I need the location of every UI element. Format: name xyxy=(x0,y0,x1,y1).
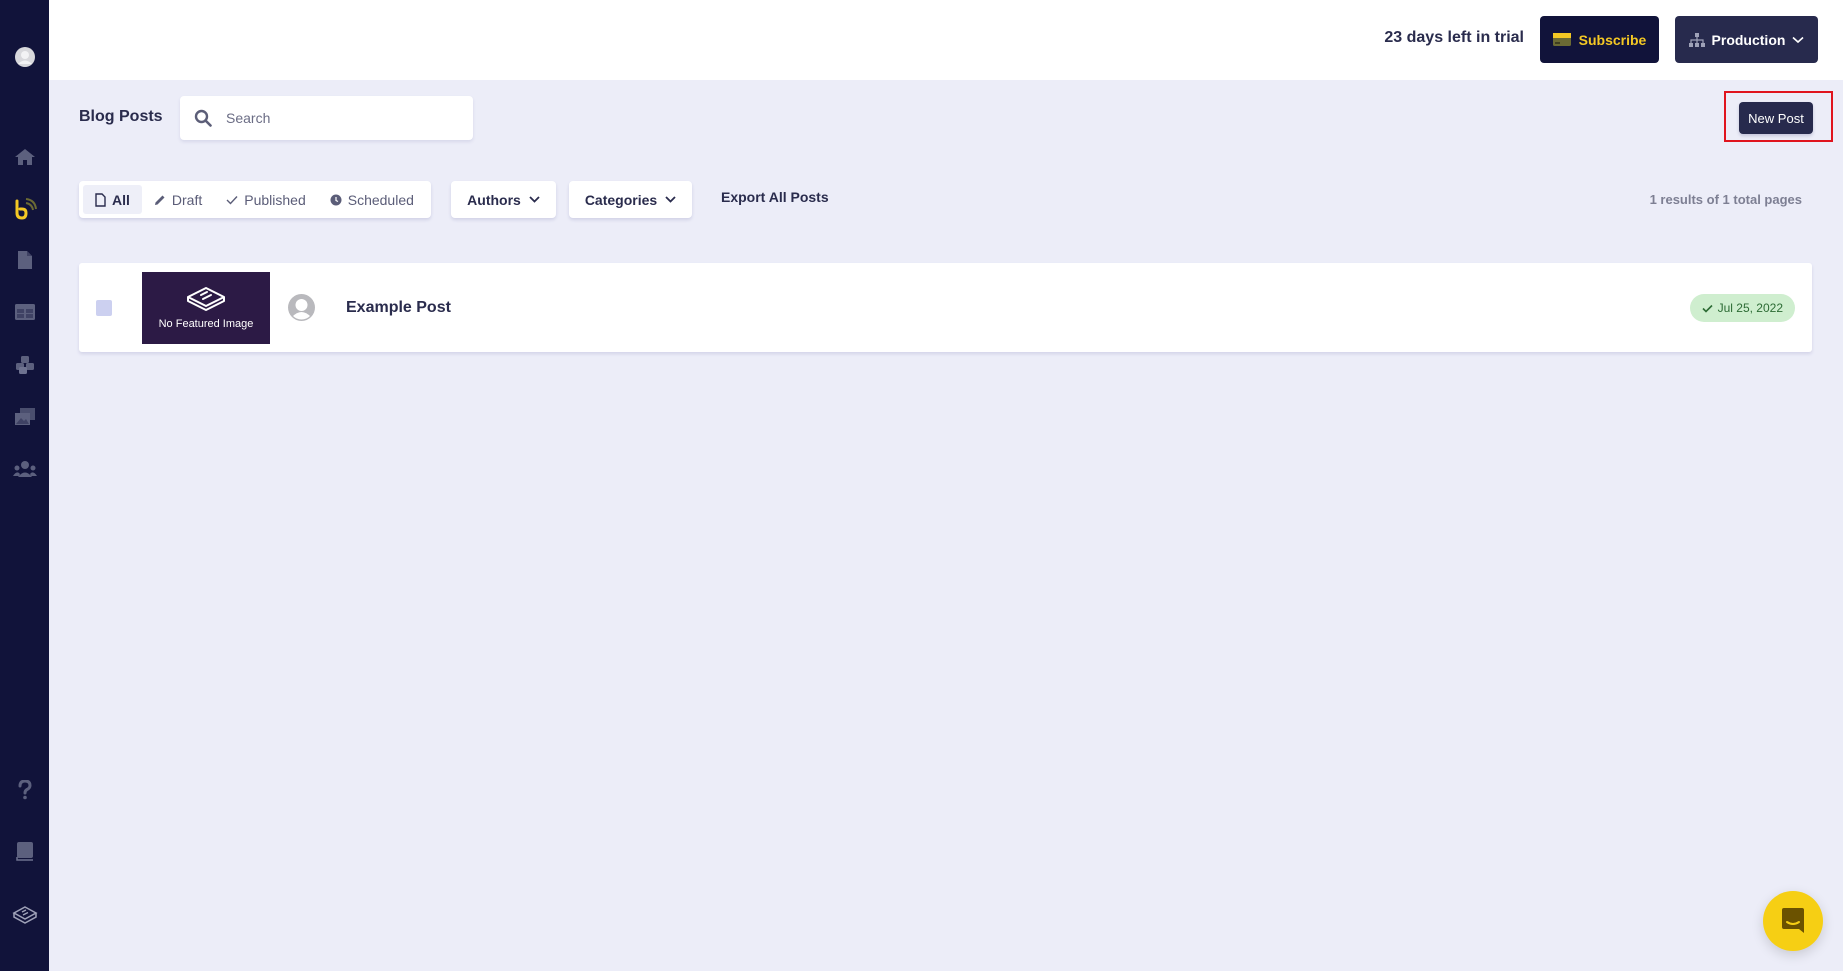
tab-draft-label: Draft xyxy=(171,191,203,208)
help-icon[interactable] xyxy=(0,775,49,805)
tab-all[interactable]: All xyxy=(83,185,142,214)
environment-dropdown[interactable]: Production xyxy=(1675,16,1818,63)
tab-published-label: Published xyxy=(244,191,306,208)
status-badge: Jul 25, 2022 xyxy=(1689,294,1795,322)
sidebar xyxy=(0,0,49,971)
docs-icon[interactable] xyxy=(0,836,49,866)
subscribe-button[interactable]: Subscribe xyxy=(1540,16,1659,63)
tab-draft[interactable]: Draft xyxy=(142,185,214,214)
profile-avatar-icon[interactable] xyxy=(0,42,49,72)
layouts-icon[interactable] xyxy=(0,297,49,327)
trial-status-text: 23 days left in trial xyxy=(1384,29,1524,46)
modules-icon[interactable] xyxy=(0,350,49,380)
blog-icon[interactable] xyxy=(0,194,49,224)
search-input[interactable] xyxy=(226,110,446,126)
post-select-checkbox[interactable] xyxy=(96,300,112,316)
search-box[interactable] xyxy=(180,96,473,140)
tab-scheduled-label: Scheduled xyxy=(347,191,414,208)
page-title: Blog Posts xyxy=(79,108,163,125)
results-count: 1 results of 1 total pages xyxy=(1649,192,1802,207)
tab-scheduled[interactable]: Scheduled xyxy=(318,185,426,214)
check-icon xyxy=(226,195,238,205)
chat-support-button[interactable] xyxy=(1763,891,1823,951)
home-icon[interactable] xyxy=(0,142,49,172)
status-filter-tabs: All Draft Published Scheduled xyxy=(79,181,431,218)
categories-dropdown[interactable]: Categories xyxy=(569,181,692,218)
author-avatar-icon xyxy=(288,294,315,321)
featured-image-placeholder: No Featured Image xyxy=(142,272,270,344)
post-title-link[interactable]: Example Post xyxy=(346,299,451,317)
chevron-down-icon xyxy=(1792,36,1804,43)
file-icon xyxy=(95,192,106,207)
categories-label: Categories xyxy=(584,191,658,208)
tab-all-label: All xyxy=(112,191,130,208)
pages-icon[interactable] xyxy=(0,245,49,275)
chat-icon xyxy=(1782,908,1804,933)
featured-image-text: No Featured Image xyxy=(158,318,254,330)
new-post-button[interactable]: New Post xyxy=(1739,102,1813,134)
export-all-posts-link[interactable]: Export All Posts xyxy=(721,189,829,205)
post-date: Jul 25, 2022 xyxy=(1717,301,1783,315)
chevron-down-icon xyxy=(529,196,540,203)
authors-dropdown[interactable]: Authors xyxy=(451,181,556,218)
clock-icon xyxy=(330,194,342,205)
credit-card-icon xyxy=(1552,33,1571,46)
media-icon[interactable] xyxy=(0,402,49,432)
post-row[interactable]: No Featured Image Example Post Jul 25, 2… xyxy=(79,263,1812,352)
chevron-down-icon xyxy=(665,196,676,203)
authors-label: Authors xyxy=(467,191,521,208)
sitemap-icon xyxy=(1688,32,1705,47)
users-icon[interactable] xyxy=(0,454,49,484)
tab-published[interactable]: Published xyxy=(214,185,318,214)
brand-logo-icon[interactable] xyxy=(0,900,49,930)
search-icon xyxy=(194,109,212,127)
no-image-icon xyxy=(187,287,225,311)
environment-label: Production xyxy=(1711,31,1786,48)
pencil-icon xyxy=(154,195,165,205)
check-icon xyxy=(1702,304,1713,313)
subscribe-label: Subscribe xyxy=(1578,31,1647,48)
